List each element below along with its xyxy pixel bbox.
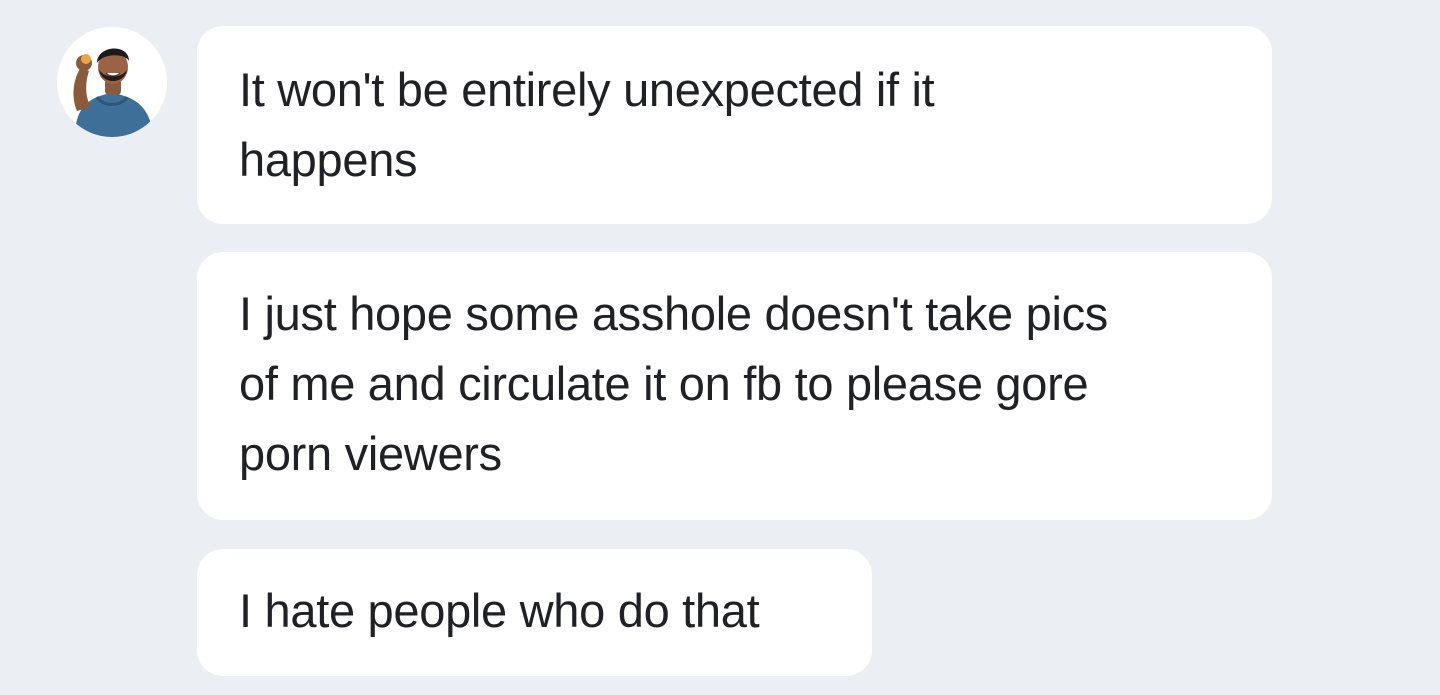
avatar-photo-icon xyxy=(57,27,167,137)
message-bubble[interactable]: I hate people who do that xyxy=(197,549,872,676)
message-bubble[interactable]: It won't be entirely unexpected if it ha… xyxy=(197,26,1272,224)
message-bubble[interactable]: I just hope some asshole doesn't take pi… xyxy=(197,252,1272,520)
sender-avatar[interactable] xyxy=(57,27,167,137)
message-thread: It won't be entirely unexpected if it ha… xyxy=(0,0,1440,695)
message-text: It won't be entirely unexpected if it ha… xyxy=(239,63,935,186)
message-text: I just hope some asshole doesn't take pi… xyxy=(239,287,1108,480)
message-text: I hate people who do that xyxy=(239,584,760,637)
